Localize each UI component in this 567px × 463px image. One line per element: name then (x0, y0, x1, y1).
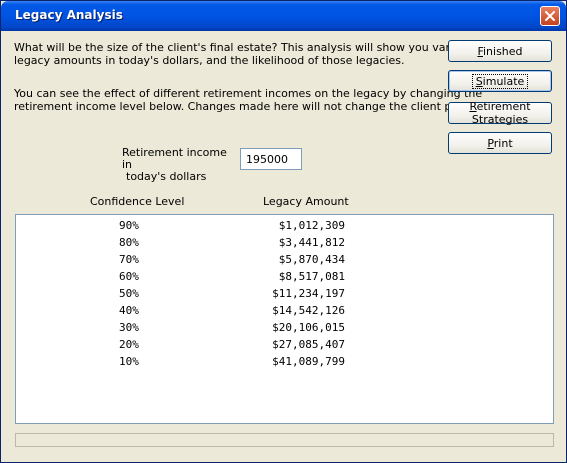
table-row[interactable]: 80% $3,441,812 (16, 234, 553, 251)
confidence-cell: 30% (119, 321, 139, 334)
window-title: Legacy Analysis (15, 8, 123, 22)
confidence-level-header: Confidence Level (90, 195, 185, 208)
table-row[interactable]: 10% $41,089,799 (16, 353, 553, 370)
table-row[interactable]: 90% $1,012,309 (16, 217, 553, 234)
intro-line-1: What will be the size of the client's fi… (14, 41, 473, 54)
confidence-cell: 90% (119, 219, 139, 232)
legacy-amount-cell: $1,012,309 (278, 219, 345, 232)
title-bar[interactable]: Legacy Analysis (1, 1, 566, 31)
intro-line-4: retirement income level below. Changes m… (14, 100, 483, 113)
retirement-income-input[interactable] (240, 148, 302, 170)
retirement-strategies-button[interactable]: Retirement Strategies (448, 100, 552, 126)
table-row[interactable]: 50% $11,234,197 (16, 285, 553, 302)
table-row[interactable]: 60% $8,517,081 (16, 268, 553, 285)
dialog-body: What will be the size of the client's fi… (4, 31, 563, 461)
table-row[interactable]: 30% $20,106,015 (16, 319, 553, 336)
legacy-amount-cell: $20,106,015 (272, 321, 345, 334)
table-row[interactable]: 20% $27,085,407 (16, 336, 553, 353)
legacy-amount-cell: $27,085,407 (272, 338, 345, 351)
print-button[interactable]: Print (448, 132, 552, 154)
intro-line-2: legacy amounts in today's dollars, and t… (14, 54, 405, 67)
retirement-strategies-button-label: Retirement Strategies (469, 100, 531, 126)
finished-button[interactable]: Finished (448, 40, 552, 62)
confidence-cell: 40% (119, 304, 139, 317)
simulate-button[interactable]: Simulate (448, 70, 552, 92)
retirement-income-label-line-2: today's dollars (126, 170, 207, 183)
legacy-analysis-window: Legacy Analysis What will be the size of… (0, 0, 567, 463)
legacy-results-list[interactable]: 90% $1,012,309 80% $3,441,812 70% $5,870,434 6… (15, 214, 554, 424)
legacy-amount-cell: $8,517,081 (278, 270, 345, 283)
legacy-amount-cell: $14,542,126 (272, 304, 345, 317)
retirement-income-label-line-1: Retirement income in (122, 146, 227, 171)
confidence-cell: 70% (119, 253, 139, 266)
confidence-cell: 10% (119, 355, 139, 368)
status-bar (15, 433, 554, 447)
confidence-cell: 20% (119, 338, 139, 351)
print-button-label: Print (487, 136, 513, 150)
legacy-amount-cell: $11,234,197 (272, 287, 345, 300)
legacy-amount-cell: $3,441,812 (278, 236, 345, 249)
confidence-cell: 60% (119, 270, 139, 283)
finished-button-label: Finished (477, 44, 523, 58)
table-row[interactable]: 40% $14,542,126 (16, 302, 553, 319)
close-button[interactable] (540, 6, 560, 26)
table-row[interactable]: 70% $5,870,434 (16, 251, 553, 268)
intro-line-3: You can see the effect of different reti… (14, 87, 483, 100)
retirement-income-label: Retirement income in today's dollars (122, 147, 232, 183)
simulate-button-label: Simulate (471, 73, 529, 89)
legacy-amount-cell: $41,089,799 (272, 355, 345, 368)
legacy-amount-cell: $5,870,434 (278, 253, 345, 266)
confidence-cell: 80% (119, 236, 139, 249)
close-icon (545, 11, 555, 21)
confidence-cell: 50% (119, 287, 139, 300)
legacy-amount-header: Legacy Amount (263, 195, 349, 208)
